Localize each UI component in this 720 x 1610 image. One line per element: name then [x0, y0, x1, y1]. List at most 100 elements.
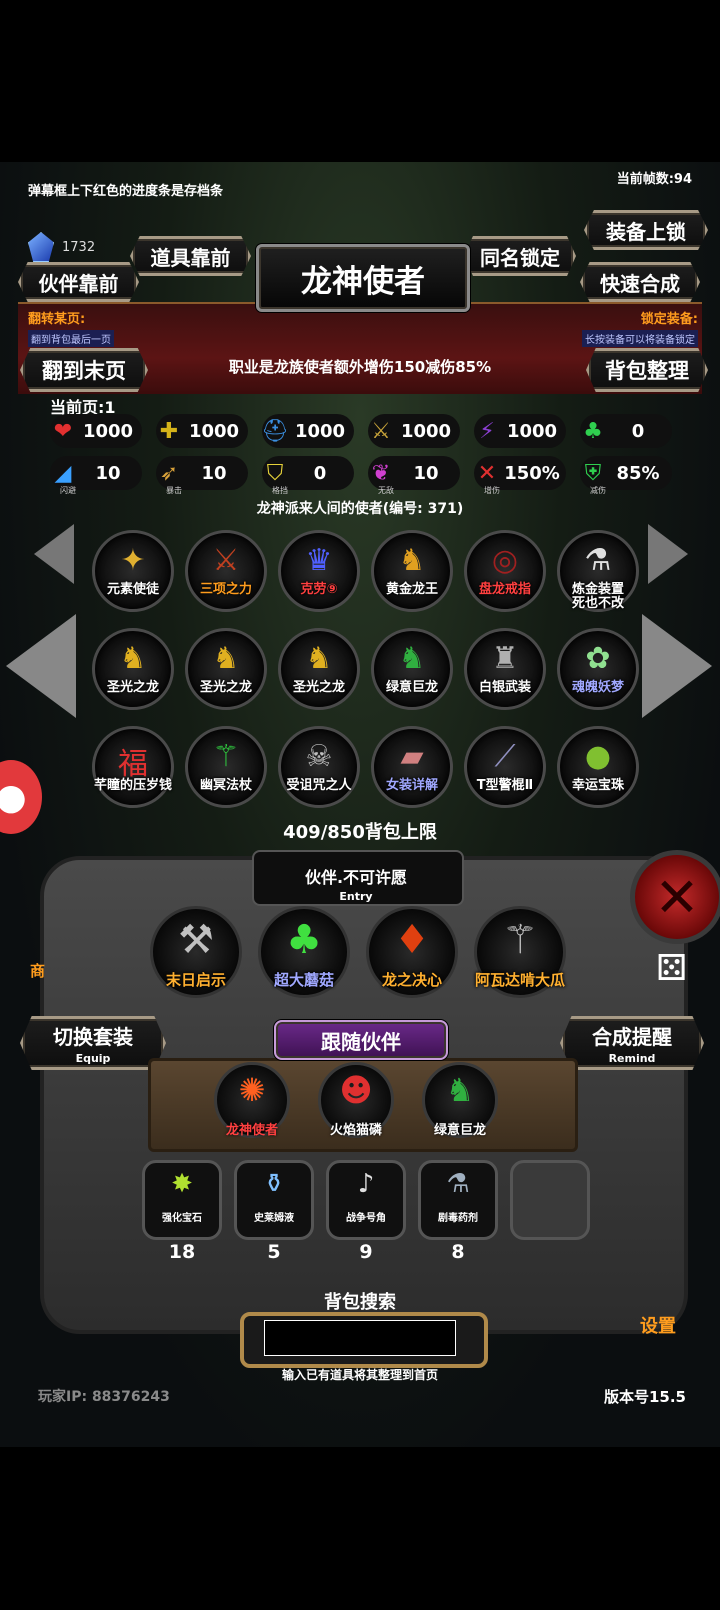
inventory-item[interactable]: ⚚ 幽冥法杖: [185, 726, 267, 808]
inventory-item[interactable]: ⚗ 炼金装置 死也不改: [557, 530, 639, 612]
armor-icon: ✚: [159, 418, 179, 444]
flip-info: 翻转某页: 翻到背包最后一页: [28, 308, 114, 347]
avatar[interactable]: ●: [0, 760, 42, 834]
item-icon: ☠: [305, 739, 333, 774]
item-name: 克劳⑨: [300, 582, 338, 597]
next-page-arrow[interactable]: [642, 614, 712, 718]
equipped-item[interactable]: ⚒ 末日启示: [150, 906, 242, 998]
stat-value: 10: [413, 462, 439, 484]
consumable-slot[interactable]: ✸ 强化宝石 18: [142, 1160, 222, 1263]
item-icon: ♣: [286, 917, 322, 963]
item-name: 黄金龙王: [385, 582, 438, 597]
switch-set-button[interactable]: 切换套装 Equip: [20, 1016, 166, 1070]
item-name: 炼金装置 死也不改: [571, 582, 624, 611]
consumable-slot[interactable]: ⚗ 剧毒药剂 8: [418, 1160, 498, 1263]
item-name: 三项之力: [199, 582, 252, 597]
inventory-item[interactable]: ♞ 圣光之龙: [278, 628, 360, 710]
helmet-icon: ⛑: [261, 418, 289, 444]
character-description: 龙神派来人间的使者(编号: 371): [256, 501, 464, 517]
bag-sort-button[interactable]: 背包整理: [586, 348, 708, 392]
same-name-lock-button[interactable]: 同名锁定: [464, 236, 576, 276]
stat-value: 10: [95, 462, 121, 484]
gem-count: 1732: [62, 239, 96, 255]
item-icon: ⚚: [502, 917, 538, 963]
inventory-item[interactable]: 福芊瞳的压岁钱: [92, 726, 174, 808]
item-name: 圣光之龙: [292, 680, 345, 695]
stat-caption: 暴击: [166, 486, 182, 495]
inventory-item[interactable]: ♞ 圣光之龙: [92, 628, 174, 710]
equipped-item[interactable]: ♦ 龙之决心: [366, 906, 458, 998]
inventory-item[interactable]: ▰ 女装详解: [371, 726, 453, 808]
stat-badge: ⛨ 85% 减伤: [580, 456, 672, 495]
inventory-item[interactable]: ⟋ T型警棍Ⅱ: [464, 726, 546, 808]
save-hint: 弹幕框上下红色的进度条是存档条: [28, 184, 224, 199]
inventory-item[interactable]: ♞ 绿意巨龙: [371, 628, 453, 710]
slot-icon: ♪: [357, 1169, 375, 1199]
item-icon: ⚚: [212, 739, 240, 774]
empty-slot[interactable]: [510, 1160, 590, 1240]
dice-icon[interactable]: ⚄: [656, 948, 700, 998]
item-icon: ◎: [491, 543, 519, 578]
lock-label: 锁定装备:: [640, 312, 698, 327]
item-name: 绿意巨龙: [385, 680, 438, 695]
quick-merge-button[interactable]: 快速合成: [580, 262, 700, 302]
inventory-item[interactable]: ♞ 黄金龙王: [371, 530, 453, 612]
consumable-slot[interactable]: ⚱ 史莱姆液 5: [234, 1160, 314, 1263]
inventory-item[interactable]: ♛ 克劳⑨: [278, 530, 360, 612]
version-number: 版本号15.5: [603, 1388, 686, 1406]
slot-icon: ✸: [171, 1169, 193, 1199]
slot-count: 9: [359, 1241, 373, 1263]
shop-button[interactable]: 商: [30, 960, 45, 981]
search-input[interactable]: [264, 1320, 456, 1356]
partner-icon: ☻: [339, 1071, 373, 1109]
partner-item[interactable]: ☻ 火焰猫磷: [318, 1062, 394, 1138]
inventory-item[interactable]: ✿ 魂魄妖梦: [557, 628, 639, 710]
inventory-item[interactable]: ● 幸运宝珠: [557, 726, 639, 808]
stat-badge: ❦ 10 无敌: [368, 456, 460, 495]
slot-count: 8: [451, 1241, 465, 1263]
inventory-item[interactable]: ✦ 元素使徒: [92, 530, 174, 612]
item-icon: ⚗: [584, 543, 612, 578]
item-name: T型警棍Ⅱ: [476, 778, 534, 793]
item-icon: ♛: [305, 543, 333, 578]
equipped-item[interactable]: ⚚ 阿瓦达啃大瓜: [474, 906, 566, 998]
job-description: 职业是龙族使者额外增伤150减伤85%: [228, 358, 492, 376]
inventory-item[interactable]: ◎ 盘龙戒指: [464, 530, 546, 612]
partner-item[interactable]: ✺ 龙神使者: [214, 1062, 290, 1138]
items-front-button[interactable]: 道具靠前: [130, 236, 251, 276]
item-name: 阿瓦达啃大瓜: [474, 971, 565, 989]
prev-page-arrow[interactable]: [6, 614, 76, 718]
inventory-item[interactable]: ♜ 白银武装: [464, 628, 546, 710]
partner-front-button[interactable]: 伙伴靠前: [18, 262, 139, 302]
next-page-arrow-small[interactable]: [648, 524, 688, 584]
stat-caption: 格挡: [272, 486, 288, 495]
flip-last-page-button[interactable]: 翻到末页: [20, 348, 148, 392]
switch-set-sub: Equip: [75, 1052, 111, 1065]
slot-name: 战争号角: [346, 1213, 386, 1224]
entry-sub: Entry: [339, 890, 373, 903]
stat-badge: ✕ 150% 增伤: [474, 456, 566, 495]
equipped-item[interactable]: ♣ 超大蘑菇: [258, 906, 350, 998]
equip-lock-button[interactable]: 装备上锁: [584, 210, 708, 250]
slot-icon: ⚗: [446, 1169, 470, 1199]
flip-label: 翻转某页:: [28, 312, 86, 327]
item-icon: ♞: [398, 641, 426, 676]
item-icon: ♦: [394, 917, 430, 963]
stats-row-secondary: ◢ 10 闪避 ➶ 10 暴击 ⛉ 0 格挡 ❦ 10 无敌 ✕ 150% 增伤 ⛨ 85% 减伤: [50, 456, 686, 495]
consumable-slot[interactable]: ♪ 战争号角 9: [326, 1160, 406, 1263]
merge-remind-button[interactable]: 合成提醒 Remind: [560, 1016, 704, 1070]
close-button[interactable]: ✕: [630, 850, 720, 944]
settings-button[interactable]: 设置: [640, 1312, 676, 1338]
inventory-item[interactable]: ⚔ 三项之力: [185, 530, 267, 612]
item-icon: ▰: [400, 739, 424, 774]
inventory-item[interactable]: ♞ 圣光之龙: [185, 628, 267, 710]
game-screen: 弹幕框上下红色的进度条是存档条 当前帧数:94 1732 道具靠前 伙伴靠前 同…: [0, 162, 720, 1447]
merge-remind-sub: Remind: [608, 1052, 656, 1065]
prev-page-arrow-small[interactable]: [34, 524, 74, 584]
consumable-slots: ✸ 强化宝石 18 ⚱ 史莱姆液 5 ♪ 战争号角 9 ⚗ 剧毒药剂 8: [130, 1160, 590, 1263]
partner-item[interactable]: ♞ 绿意巨龙: [422, 1062, 498, 1138]
inventory-item[interactable]: ☠ 受诅咒之人: [278, 726, 360, 808]
lightning-icon: ⚡: [479, 418, 495, 444]
stat-badge: ⛉ 0 格挡: [262, 456, 354, 495]
item-name: 受诅咒之人: [286, 778, 352, 793]
